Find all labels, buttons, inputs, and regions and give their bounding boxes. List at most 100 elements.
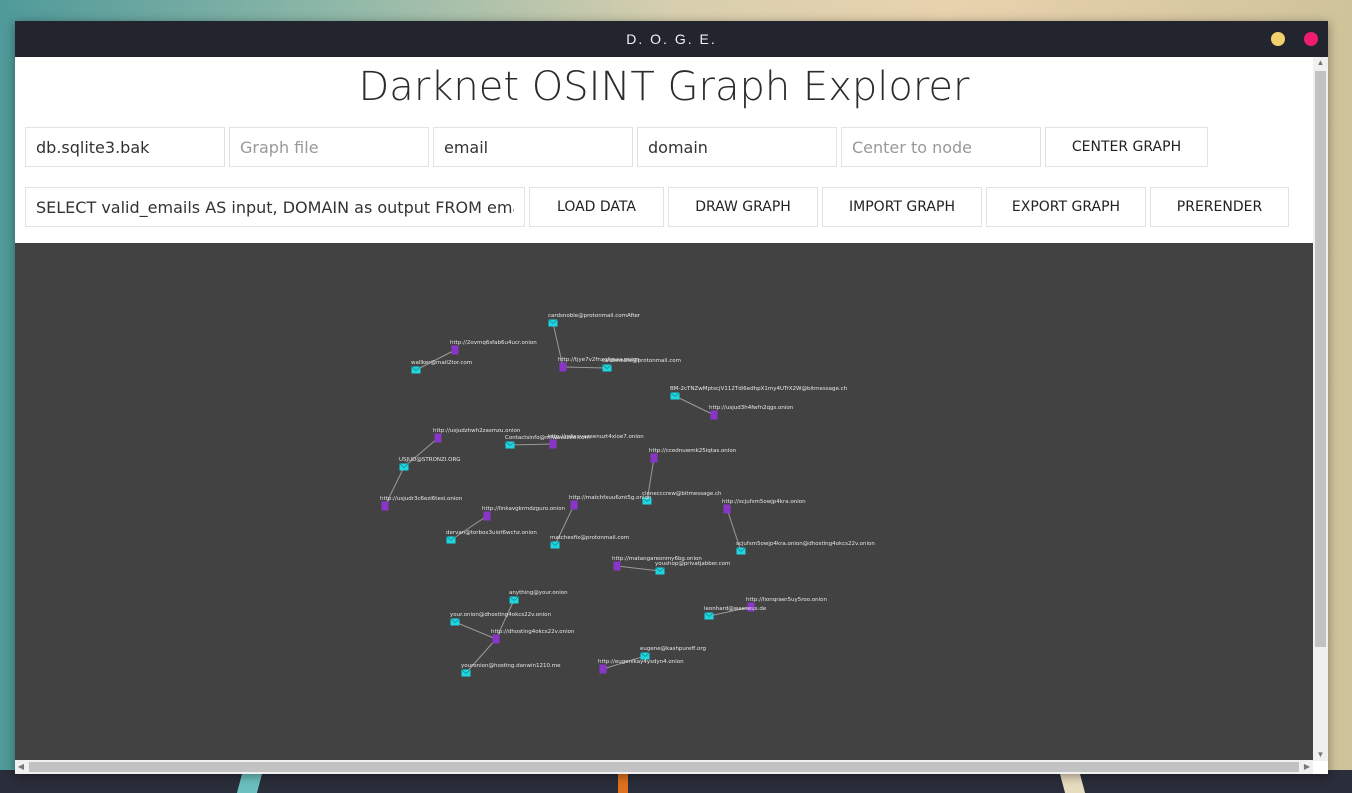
vertical-scroll-thumb[interactable] — [1315, 71, 1326, 647]
input-column-field[interactable] — [433, 127, 633, 167]
input-column-input[interactable] — [444, 137, 622, 157]
node-label: http://scjufsm5owjp4kra.onion — [722, 499, 806, 505]
node-label: anything@your.onion — [509, 590, 568, 596]
email-node[interactable]: cardsnoble@protonmail.com — [602, 358, 681, 372]
graph-edge — [616, 565, 661, 572]
domain-icon — [570, 500, 578, 510]
db-file-input[interactable] — [36, 137, 214, 157]
domain-icon — [650, 453, 658, 463]
node-label: cardsnoble@protonmail.comAfter — [548, 313, 641, 319]
node-label: youshop@privatjabber.com — [655, 561, 730, 567]
node-label: cardsnoble@protonmail.com — [602, 358, 681, 364]
domain-icon — [710, 410, 718, 420]
scroll-down-arrow-icon[interactable]: ▼ — [1313, 749, 1328, 761]
email-node[interactable]: your.onion@dhosting4okcs22v.onion — [450, 612, 551, 626]
domain-icon — [492, 634, 500, 644]
window-titlebar[interactable]: D. O. G. E. — [15, 21, 1328, 57]
email-node[interactable]: dervan@torbox3uiot6wchz.onion — [446, 530, 537, 544]
app-window: D. O. G. E. Darknet OSINT Graph Explorer… — [15, 21, 1328, 774]
node-label: http://matchfxuu6znt5g.onion — [569, 495, 652, 501]
query-input[interactable] — [36, 197, 514, 217]
domain-node[interactable]: http://scjufsm5owjp4kra.onion — [722, 499, 806, 514]
email-node[interactable]: leonhard@waeseus.de — [704, 606, 767, 620]
center-node-field[interactable] — [841, 127, 1041, 167]
domain-icon — [613, 561, 621, 571]
domain-node[interactable]: http://usjudr3c6ezi6tesi.onion — [380, 496, 463, 511]
domain-icon — [451, 345, 459, 355]
email-node[interactable]: BM-2cTNZwMptscjV112Tdi6edhpX1my4UTrX2W@b… — [670, 386, 848, 400]
close-button[interactable] — [1304, 32, 1318, 46]
app-content: Darknet OSINT Graph Explorer CENTER GRAP… — [15, 57, 1313, 761]
node-label: leonhard@waeseus.de — [704, 606, 767, 612]
center-graph-button[interactable]: CENTER GRAPH — [1045, 127, 1208, 167]
scroll-up-arrow-icon[interactable]: ▲ — [1313, 57, 1328, 69]
node-label: youronion@hosting.danwin1210.me — [461, 663, 561, 669]
draw-graph-button[interactable]: DRAW GRAPH — [668, 187, 818, 227]
node-label: BM-2cTNZwMptscjV112Tdi6edhpX1my4UTrX2W@b… — [670, 386, 848, 392]
output-column-field[interactable] — [637, 127, 837, 167]
output-column-input[interactable] — [648, 137, 826, 157]
email-node[interactable]: matchesfix@protonmail.com — [550, 535, 629, 549]
graph-svg[interactable]: cardsnoble@protonmail.comAfterhttp://tjy… — [15, 243, 1313, 761]
toolbar-row-2: LOAD DATA DRAW GRAPH IMPORT GRAPH EXPORT… — [25, 187, 1289, 227]
email-node[interactable]: clonecccrew@bitmessage.ch — [642, 491, 722, 505]
node-label: scjufsm5owjp4kra.onion@dhosting4okcs22v.… — [736, 541, 875, 547]
node-label: your.onion@dhosting4okcs22v.onion — [450, 612, 551, 618]
node-label: http://dhosting4okcs22v.onion — [491, 629, 575, 635]
email-node[interactable]: cardsnoble@protonmail.comAfter — [548, 313, 641, 327]
domain-node[interactable]: http://linkavgkrmdzguro.onion — [482, 506, 566, 521]
scroll-right-arrow-icon[interactable]: ▶ — [1301, 760, 1313, 774]
node-label: wallker@mail2tor.com — [411, 360, 472, 366]
email-node[interactable]: scjufsm5owjp4kra.onion@dhosting4okcs22v.… — [736, 541, 875, 555]
node-label: eugene@kashpureff.org — [640, 646, 706, 652]
domain-icon — [559, 362, 567, 372]
email-node[interactable]: eugene@kashpureff.org — [640, 646, 706, 660]
graph-file-input[interactable] — [240, 137, 418, 157]
node-label: http://usjud3h4fwfn2qgs.onion — [709, 405, 794, 411]
node-label: USJUD@STRONZI.ORG — [399, 457, 461, 463]
email-node[interactable]: wallker@mail2tor.com — [411, 360, 472, 374]
db-file-field[interactable] — [25, 127, 225, 167]
email-node[interactable]: youronion@hosting.danwin1210.me — [461, 663, 561, 677]
horizontal-scrollbar[interactable]: ◀ ▶ — [15, 760, 1313, 774]
node-label: http://ccednuwmk25iqtas.onion — [649, 448, 737, 454]
domain-node[interactable]: http://mfwavazeenuzt4xioe7.onion — [548, 434, 644, 449]
domain-icon — [599, 664, 607, 674]
node-label: http://linkavgkrmdzguro.onion — [482, 506, 566, 512]
domain-node[interactable]: http://usjud3h4fwfn2qgs.onion — [709, 405, 794, 420]
graph-edge — [454, 621, 497, 640]
node-label: http://lionqraer5uy5roo.onion — [746, 597, 828, 603]
domain-icon — [483, 511, 491, 521]
query-field[interactable] — [25, 187, 525, 227]
node-label: http://usjudr3c6ezi6tesi.onion — [380, 496, 463, 502]
import-graph-button[interactable]: IMPORT GRAPH — [822, 187, 982, 227]
export-graph-button[interactable]: EXPORT GRAPH — [986, 187, 1146, 227]
domain-node[interactable]: http://2ovmq6sfab6u4ucr.onion — [450, 340, 537, 355]
domain-icon — [434, 433, 442, 443]
domain-node[interactable]: http://ccednuwmk25iqtas.onion — [649, 448, 737, 463]
prerender-button[interactable]: PRERENDER — [1150, 187, 1289, 227]
domain-icon — [549, 439, 557, 449]
node-label: dervan@torbox3uiot6wchz.onion — [446, 530, 537, 536]
graph-edge — [562, 366, 608, 369]
minimize-button[interactable] — [1271, 32, 1285, 46]
window-title: D. O. G. E. — [626, 31, 717, 47]
domain-node[interactable]: http://dhosting4okcs22v.onion — [491, 629, 575, 644]
email-node[interactable]: anything@your.onion — [509, 590, 568, 604]
graph-canvas[interactable]: cardsnoble@protonmail.comAfter http://tjy… — [15, 243, 1313, 761]
node-label: http://2ovmq6sfab6u4ucr.onion — [450, 340, 537, 346]
domain-node[interactable]: http://matchfxuu6znt5g.onion — [569, 495, 652, 510]
domain-icon — [381, 501, 389, 511]
graph-edge — [450, 515, 488, 541]
horizontal-scroll-thumb[interactable] — [29, 762, 1299, 772]
vertical-scrollbar[interactable]: ▲ ▼ — [1313, 57, 1328, 761]
node-label: http://eugenikay4ysdyn4.onion — [598, 659, 684, 665]
graph-file-field[interactable] — [229, 127, 429, 167]
center-node-input[interactable] — [852, 137, 1030, 157]
email-node[interactable]: USJUD@STRONZI.ORG — [399, 457, 461, 471]
node-label: matchesfix@protonmail.com — [550, 535, 629, 541]
toolbar-row-1: CENTER GRAPH — [25, 127, 1208, 167]
scroll-left-arrow-icon[interactable]: ◀ — [15, 760, 27, 774]
email-node[interactable]: youshop@privatjabber.com — [655, 561, 730, 575]
load-data-button[interactable]: LOAD DATA — [529, 187, 664, 227]
